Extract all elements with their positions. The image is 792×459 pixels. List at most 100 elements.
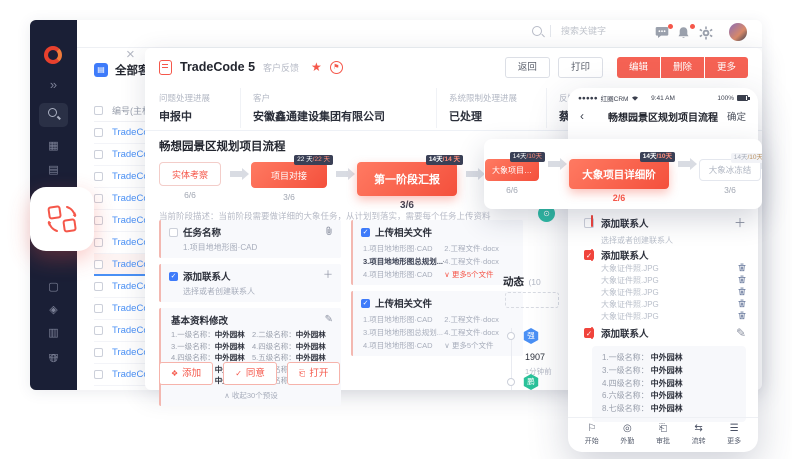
stage-progress: 2/6 [613,193,626,203]
print-button[interactable]: 打印 [558,57,603,78]
phone-file-item[interactable]: 大象证件照.JPG [601,286,746,298]
row-checkbox[interactable] [94,150,103,159]
help-icon[interactable]: ◍ [30,352,77,366]
phone-file-item[interactable]: 大象证件照.JPG [601,311,746,323]
building-icon[interactable]: ▦ [30,139,77,153]
close-icon[interactable]: × [126,48,135,62]
approve-button[interactable]: ⎗审批 [656,424,670,446]
task-section: 任务名称1.项目地地形图·CAD [159,220,341,258]
file-item[interactable]: 1.项目地地形图·CAD [363,314,444,325]
battery-icon [737,95,748,101]
stage-card[interactable]: 大象项目…14天/10天 [485,159,539,181]
plus-icon[interactable]: ＋ [323,271,333,281]
stage-card[interactable]: 大象冰冻结14天/10天 [699,159,761,181]
pipeline-stage[interactable]: 项目对接22 天/22 天3/6 [251,154,327,202]
fieldwork-button[interactable]: ◎外勤 [620,424,634,446]
task-title: 任务名称 [183,225,221,239]
file-item[interactable]: 2.工程文件·docx [444,243,515,254]
trash-icon[interactable] [738,287,746,298]
select-all-checkbox[interactable] [94,106,103,115]
row-checkbox[interactable] [94,216,103,225]
global-search[interactable] [532,25,644,37]
task-checkbox[interactable]: ✓ [169,272,178,281]
file-item[interactable]: 4.工程文件·docx [444,256,515,267]
file-item[interactable]: 4.项目地地形图·CAD [363,269,444,280]
calendar-icon[interactable]: ▥ [30,326,77,340]
toolbar-label: 审批 [656,436,670,446]
phone-nav-bar: ‹ 畅想园景区规划项目流程 确定 [568,104,758,128]
pipeline-stage[interactable]: 大象冰冻结14天/10天3/6 [699,151,761,195]
file-item[interactable]: 4.项目地地形图·CAD [363,340,444,351]
paperclip-icon[interactable] [325,226,333,239]
search-icon [532,26,542,36]
trash-icon[interactable] [738,263,746,274]
stage-card[interactable]: 项目对接22 天/22 天 [251,162,327,188]
phone-file-item[interactable]: 大象证件照.JPG [601,274,746,286]
pipeline-stage[interactable]: 大象项目详细阶14天/10天 2/6 [569,151,669,203]
pipeline-stage[interactable]: 第一阶段汇报14天/14 天3/6 [357,154,457,211]
box-icon[interactable]: ▢ [30,280,77,294]
drop-icon[interactable]: ◈ [30,303,77,317]
stage-card[interactable]: 大象项目详细阶14天/10天 [569,159,669,189]
trash-icon[interactable] [738,299,746,310]
row-checkbox[interactable] [94,348,103,357]
task-checkbox[interactable]: ✓ [361,228,370,237]
file-item[interactable]: 1.项目地地形图·CAD [363,243,444,254]
row-checkbox[interactable] [94,304,103,313]
row-checkbox[interactable] [94,128,103,137]
document-icon[interactable]: ▤ [30,163,77,177]
pencil-icon[interactable]: ✎ [325,315,333,325]
sync-cubes-badge[interactable] [30,187,94,251]
start-button[interactable]: ⚐开始 [585,424,599,446]
stage-card[interactable]: 第一阶段汇报14天/14 天 [357,162,457,196]
file-item[interactable]: 4.工程文件·docx [444,327,515,338]
stage-duration-badge: 14天/10天 [640,152,675,162]
agree-button[interactable]: ✓同意 [223,362,277,385]
file-item[interactable]: 3.项目地地形图总规划...·CAD [363,327,444,338]
pipeline-stage[interactable]: 实体考察6/6 [159,154,221,200]
star-icon[interactable]: ★ [311,60,322,74]
open-button[interactable]: ⎗打开 [287,362,340,385]
phone-file-item[interactable]: 大象证件照.JPG [601,299,746,311]
collapse-icon[interactable]: » [30,78,77,92]
row-checkbox[interactable] [94,238,103,247]
row-checkbox[interactable] [94,260,103,269]
task-checkbox[interactable]: ✓ [361,299,370,308]
file-item[interactable]: 2.工程文件·docx [444,314,515,325]
stage-card[interactable]: 实体考察 [159,162,221,186]
delete-button[interactable]: 删除 [661,57,704,78]
search-input[interactable] [559,25,644,37]
file-item[interactable]: 3.项目地地形图总规划...·CAD [363,256,444,267]
user-avatar[interactable] [729,23,747,41]
pipeline-stage[interactable]: 大象项目…14天/10天6/6 [485,151,539,195]
row-checkbox[interactable] [94,282,103,291]
confirm-button[interactable]: 确定 [727,109,746,123]
activity-input[interactable] [505,292,559,308]
transfer-button[interactable]: ⇆流转 [692,424,706,446]
more-button[interactable]: ☰更多 [727,424,741,446]
back-button[interactable]: 返回 [505,57,550,78]
row-checkbox[interactable] [94,326,103,335]
record-title: TradeCode 5 [180,60,255,74]
user-hex-avatar: 强 [523,328,539,344]
edit-button[interactable]: 编辑 [617,57,660,78]
row-checkbox[interactable] [94,370,103,379]
gear-icon[interactable] [699,26,715,42]
bell-icon[interactable] [677,26,693,42]
row-checkbox[interactable] [94,194,103,203]
task-checkbox[interactable] [169,228,178,237]
collapse-presets-link[interactable]: ∧ 收起30个预设 [169,390,333,401]
plus-icon[interactable]: ＋ [734,214,746,231]
pencil-icon[interactable]: ✎ [736,326,746,340]
phone-file-item[interactable]: 大象证件照.JPG [601,262,746,274]
flag-ring-icon[interactable]: ⚑ [330,61,343,74]
sidebar-search-button[interactable] [39,103,68,127]
trash-icon[interactable] [738,311,746,322]
add-button[interactable]: ❖添加 [159,362,213,385]
message-icon[interactable] [655,26,671,42]
more-button[interactable]: 更多 [705,57,748,78]
stage-duration-badge: 14天/10天 [731,153,762,163]
more-files-link[interactable]: ∨ 更多5个文件 [444,340,515,351]
trash-icon[interactable] [738,275,746,286]
row-checkbox[interactable] [94,172,103,181]
